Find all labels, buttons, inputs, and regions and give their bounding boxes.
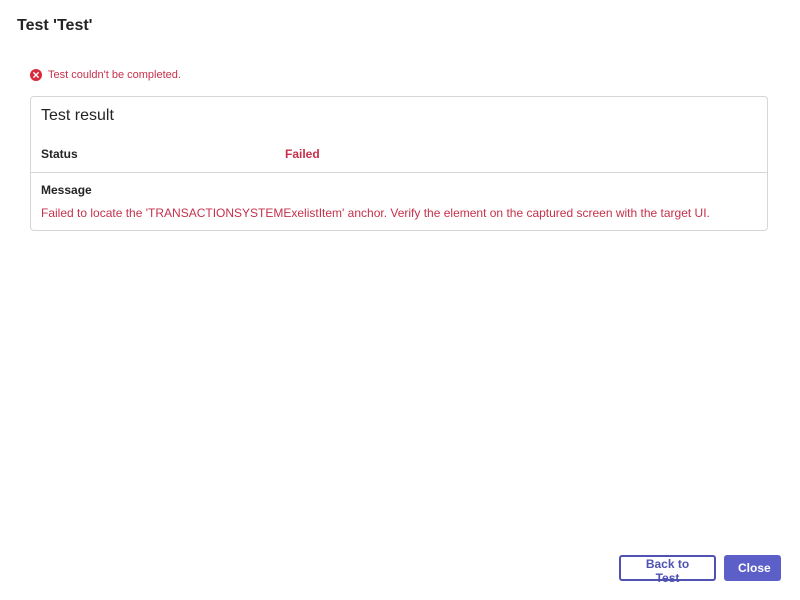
test-result-card: Test result Status Failed Message Failed…: [30, 96, 768, 231]
back-to-test-button[interactable]: Back to Test: [619, 555, 716, 585]
close-button[interactable]: Close: [724, 555, 781, 581]
message-label: Message: [41, 183, 92, 197]
dialog-footer: Back to Test Close: [619, 555, 781, 585]
error-message: Test couldn't be completed.: [48, 69, 181, 81]
test-dialog: Test 'Test' Test couldn't be completed. …: [0, 0, 800, 600]
status-value: Failed: [285, 147, 320, 161]
error-circle-icon: [30, 69, 42, 81]
error-banner: Test couldn't be completed.: [30, 69, 181, 81]
status-row: Status Failed: [31, 137, 767, 173]
status-label: Status: [41, 147, 78, 161]
dialog-title: Test 'Test': [17, 17, 93, 34]
message-text: Failed to locate the 'TRANSACTIONSYSTEME…: [41, 206, 710, 220]
card-title: Test result: [41, 107, 114, 124]
